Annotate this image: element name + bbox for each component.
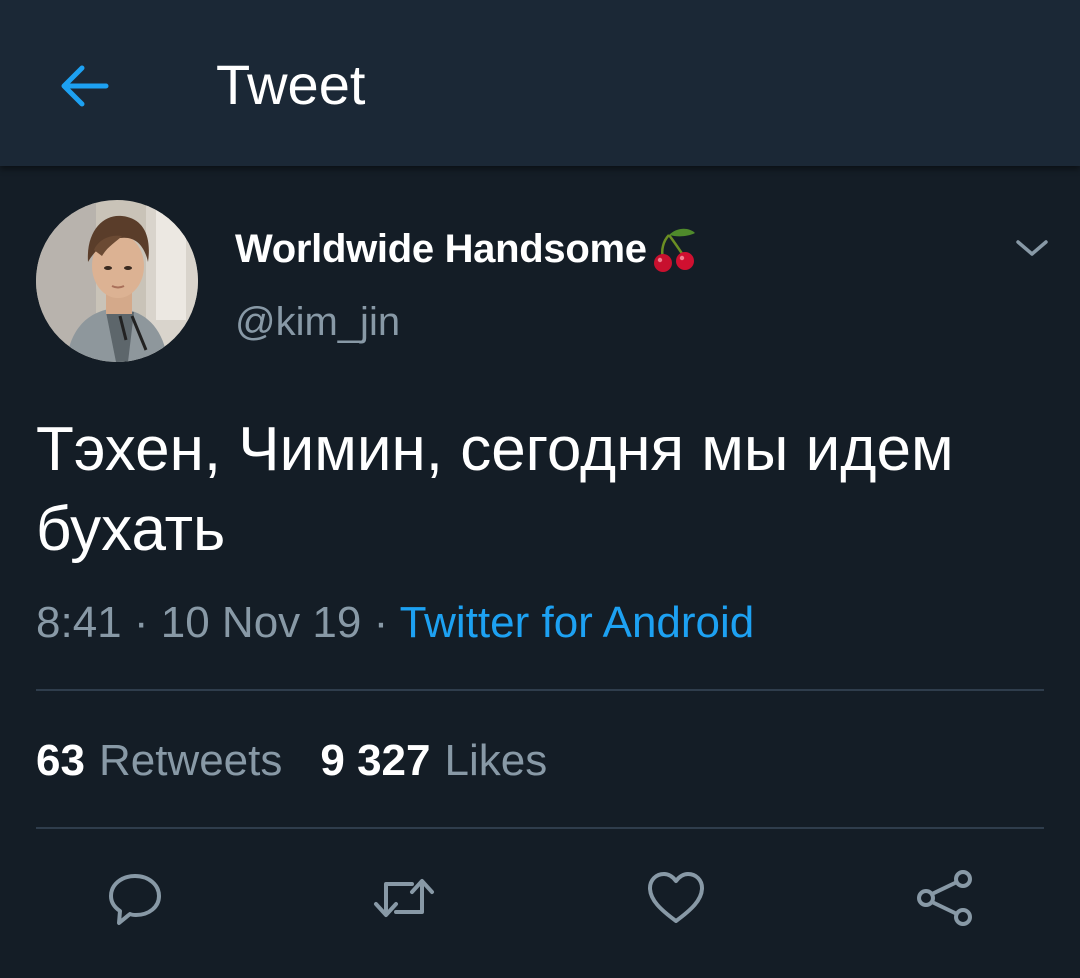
tweet-meta: 8:41 · 10 Nov 19 · Twitter for Android [36, 597, 754, 649]
divider [36, 827, 1044, 829]
avatar-photo [36, 200, 198, 362]
likes-count: 9 327 [320, 736, 431, 785]
arrow-left-icon [61, 65, 109, 107]
like-icon [648, 872, 704, 923]
retweets-stat[interactable]: 63 Retweets [36, 735, 282, 787]
likes-label: Likes [444, 736, 548, 785]
reply-button[interactable] [103, 866, 167, 930]
like-button[interactable] [644, 866, 708, 930]
share-button[interactable] [913, 866, 977, 930]
retweet-button[interactable] [372, 866, 436, 930]
author-handle[interactable]: @kim_jin [235, 298, 400, 346]
tweet-options-button[interactable] [1006, 222, 1058, 274]
reply-icon [109, 874, 161, 925]
divider [36, 689, 1044, 691]
likes-stat[interactable]: 9 327 Likes [320, 735, 547, 787]
tweet-stats: 63 Retweets 9 327 Likes [36, 735, 547, 787]
meta-separator: · [133, 598, 149, 647]
share-icon [917, 870, 972, 926]
tweet-date: 10 Nov 19 [160, 598, 362, 647]
retweets-label: Retweets [98, 736, 283, 785]
cherries-icon [649, 225, 699, 273]
retweet-icon [374, 879, 434, 917]
tweet-source-link[interactable]: Twitter for Android [400, 598, 755, 647]
avatar[interactable] [36, 200, 198, 362]
tweet-time: 8:41 [36, 598, 122, 647]
page-title: Tweet [216, 53, 366, 116]
top-app-bar: Tweet [0, 0, 1080, 166]
back-button[interactable] [48, 50, 120, 122]
author-display-name[interactable]: Worldwide Handsome [235, 225, 699, 273]
display-name-text: Worldwide Handsome [235, 227, 647, 271]
retweets-count: 63 [36, 736, 85, 785]
chevron-down-icon [1016, 240, 1048, 256]
tweet-text: Тэхен, Чимин, сегодня мы идем бухать [36, 415, 954, 564]
meta-separator: · [373, 598, 389, 647]
